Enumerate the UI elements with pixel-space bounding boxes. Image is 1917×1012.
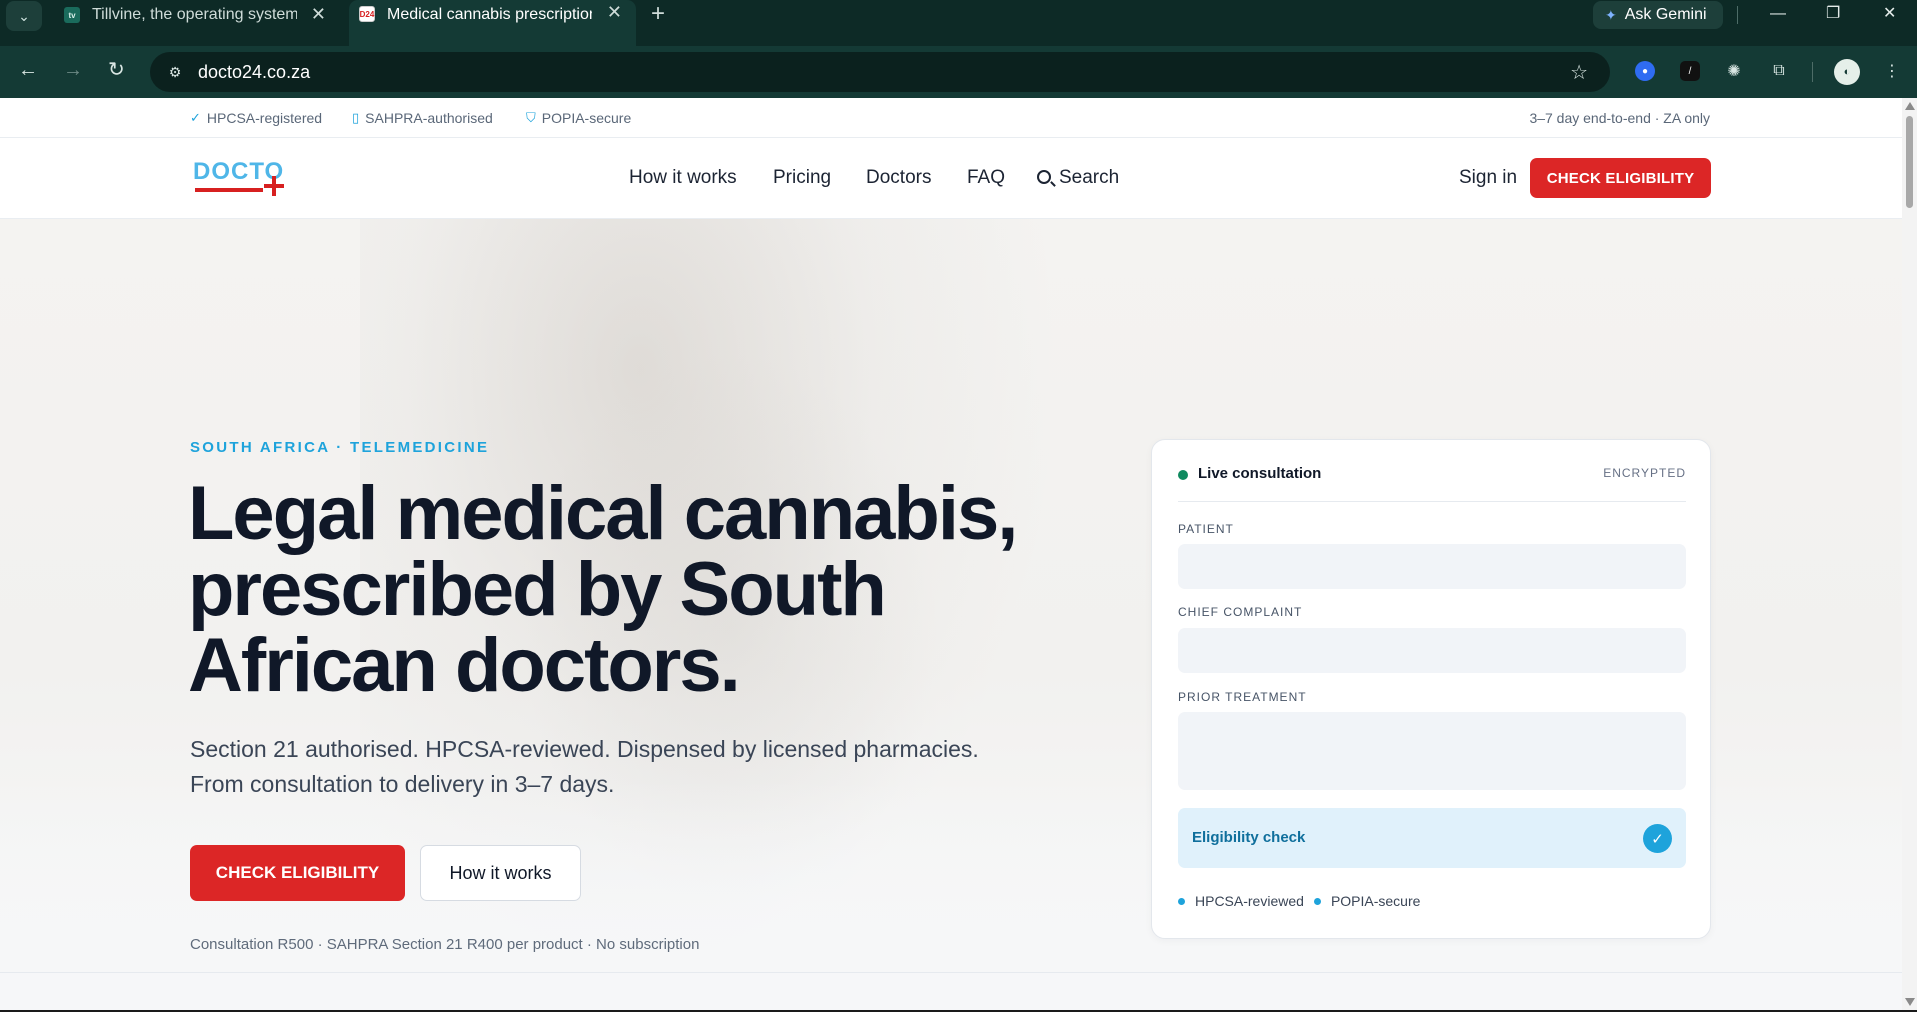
page-scrollbar[interactable] xyxy=(1902,98,1917,1010)
trust-item-label: SAHPRA-authorised xyxy=(365,110,493,126)
ask-gemini-button[interactable]: ✦ Ask Gemini xyxy=(1593,1,1723,29)
docto24-logo[interactable]: DOCTO xyxy=(193,158,293,198)
back-icon[interactable]: ← xyxy=(18,56,38,84)
trust-item-label: HPCSA-registered xyxy=(206,110,323,126)
search-icon xyxy=(1037,170,1051,184)
nav-how-it-works[interactable]: How it works xyxy=(629,167,737,189)
tab-strip: ⌄ tv Tillvine, the operating system fo ✕… xyxy=(0,0,1917,46)
live-consultation-label: Live consultation xyxy=(1198,465,1322,482)
hero-headline: Legal medical cannabis, prescribed by So… xyxy=(188,476,1048,704)
delivery-note: 3–7 day end-to-end · ZA only xyxy=(1529,110,1710,126)
prior-treatment-label: PRIOR TREATMENT xyxy=(1178,690,1307,704)
check-circle-icon: ✓ xyxy=(190,110,201,125)
nav-faq[interactable]: FAQ xyxy=(967,167,1005,189)
scroll-up-arrow-icon[interactable] xyxy=(1905,102,1915,110)
tillvine-favicon-icon: tv xyxy=(64,7,80,23)
eligibility-check-row[interactable]: Eligibility check ✓ xyxy=(1178,808,1686,868)
docto24-favicon-icon: D24 xyxy=(359,6,375,22)
tab-docto24[interactable]: D24 Medical cannabis prescriptions ✕ xyxy=(349,0,636,46)
headline-line: African doctors. xyxy=(188,623,741,708)
chip-dot xyxy=(1313,897,1321,905)
nav-pricing[interactable]: Pricing xyxy=(773,167,831,189)
extension-dark-icon[interactable]: / xyxy=(1680,61,1700,81)
chief-complaint-label: CHIEF COMPLAINT xyxy=(1178,605,1303,619)
next-section xyxy=(0,972,1902,1010)
trust-bar: ✓ HPCSA-registered ▯ SAHPRA-authorised ⛉… xyxy=(0,98,1902,138)
gemini-sparkle-icon: ✦ xyxy=(1605,6,1617,23)
chip-hpcsa: HPCSA-reviewed xyxy=(1178,893,1304,909)
shield-icon: ⛉ xyxy=(526,110,536,125)
address-bar[interactable]: ⚙ docto24.co.za ☆ xyxy=(150,52,1610,92)
logo-plus xyxy=(264,184,284,188)
url-text: docto24.co.za xyxy=(198,61,311,82)
site-info-icon[interactable]: ⚙ xyxy=(164,61,186,83)
eligibility-check-label: Eligibility check xyxy=(1192,829,1306,846)
trust-item-popia: ⛉ POPIA-secure xyxy=(526,110,631,126)
search-label: Search xyxy=(1059,167,1120,188)
scrollbar-thumb[interactable] xyxy=(1906,116,1913,208)
bookmark-star-icon[interactable]: ☆ xyxy=(1570,60,1588,85)
trust-item-label: POPIA-secure xyxy=(541,110,632,126)
tab-tillvine[interactable]: tv Tillvine, the operating system fo ✕ xyxy=(52,0,340,30)
chip-label: HPCSA-reviewed xyxy=(1195,893,1304,909)
ask-gemini-label: Ask Gemini xyxy=(1624,6,1707,23)
profile-avatar-icon[interactable]: ◐ xyxy=(1834,59,1860,85)
prior-treatment-field[interactable] xyxy=(1178,712,1686,790)
close-window-icon[interactable]: ✕ xyxy=(1883,0,1896,30)
openai-extension-icon[interactable]: ✺ xyxy=(1721,58,1747,84)
nav-doctors[interactable]: Doctors xyxy=(866,167,931,189)
how-it-works-button[interactable]: How it works xyxy=(420,845,581,901)
close-tab-icon[interactable]: ✕ xyxy=(311,4,326,25)
logo-underline xyxy=(195,188,263,192)
hero-eyebrow: SOUTH AFRICA · TELEMEDICINE xyxy=(190,439,490,456)
pricing-note: Consultation R500 · SAHPRA Section 21 R4… xyxy=(190,936,700,953)
restore-window-icon[interactable]: ❐ xyxy=(1826,0,1840,30)
logo-word: DOCTO xyxy=(193,158,285,185)
extension-circle-icon[interactable]: ● xyxy=(1635,61,1655,81)
divider xyxy=(1737,6,1738,24)
trust-item-hpcsa: ✓ HPCSA-registered xyxy=(190,110,322,126)
close-tab-icon[interactable]: ✕ xyxy=(607,2,622,23)
patient-label: PATIENT xyxy=(1178,522,1234,536)
page-viewport: ✓ HPCSA-registered ▯ SAHPRA-authorised ⛉… xyxy=(0,98,1902,1010)
card-chips: HPCSA-reviewed POPIA-secure xyxy=(1178,893,1430,909)
trust-item-sahpra: ▯ SAHPRA-authorised xyxy=(352,110,493,126)
forward-icon[interactable]: → xyxy=(63,56,83,84)
headline-line: prescribed by South xyxy=(188,547,887,632)
card-header: Live consultation ENCRYPTED xyxy=(1178,462,1686,502)
minimize-icon[interactable]: — xyxy=(1770,0,1786,30)
tab-title: Tillvine, the operating system fo xyxy=(92,6,297,23)
reload-icon[interactable]: ↻ xyxy=(108,56,125,84)
browser-menu-icon[interactable]: ⋮ xyxy=(1879,58,1905,84)
checkmark-icon: ✓ xyxy=(1643,824,1672,853)
tab-title: Medical cannabis prescriptions xyxy=(387,6,592,23)
subline-line: From consultation to delivery in 3–7 day… xyxy=(190,771,615,797)
patient-field[interactable] xyxy=(1178,544,1686,589)
chief-complaint-field[interactable] xyxy=(1178,628,1686,673)
site-header: DOCTO How it works Pricing Doctors FAQ S… xyxy=(0,138,1902,219)
sign-in-link[interactable]: Sign in xyxy=(1459,167,1517,189)
chip-label: POPIA-secure xyxy=(1330,893,1421,909)
subline-line: Section 21 authorised. HPCSA-reviewed. D… xyxy=(190,736,979,762)
check-eligibility-hero-button[interactable]: CHECK ELIGIBILITY xyxy=(190,845,405,901)
divider xyxy=(1812,62,1813,82)
encrypted-badge: ENCRYPTED xyxy=(1603,466,1686,480)
chip-dot xyxy=(1178,897,1185,905)
toolbar: ← → ↻ ⚙ docto24.co.za ☆ ● / ✺ ⧉ ◐ ⋮ xyxy=(0,46,1917,98)
consultation-card: Live consultation ENCRYPTED PATIENT CHIE… xyxy=(1151,439,1711,939)
extensions-puzzle-icon[interactable]: ⧉ xyxy=(1766,58,1792,84)
document-icon: ▯ xyxy=(352,110,360,125)
new-tab-button[interactable]: + xyxy=(651,0,665,30)
scroll-down-arrow-icon[interactable] xyxy=(1905,998,1915,1006)
headline-line: Legal medical cannabis, xyxy=(188,471,1018,556)
tab-search-chevron-down-icon[interactable]: ⌄ xyxy=(6,1,42,31)
live-status-dot xyxy=(1178,470,1188,480)
chip-popia: POPIA-secure xyxy=(1313,893,1421,909)
check-eligibility-header-button[interactable]: CHECK ELIGIBILITY xyxy=(1530,158,1711,198)
hero-subline: Section 21 authorised. HPCSA-reviewed. D… xyxy=(190,732,1050,802)
nav-search[interactable]: Search xyxy=(1037,167,1119,189)
